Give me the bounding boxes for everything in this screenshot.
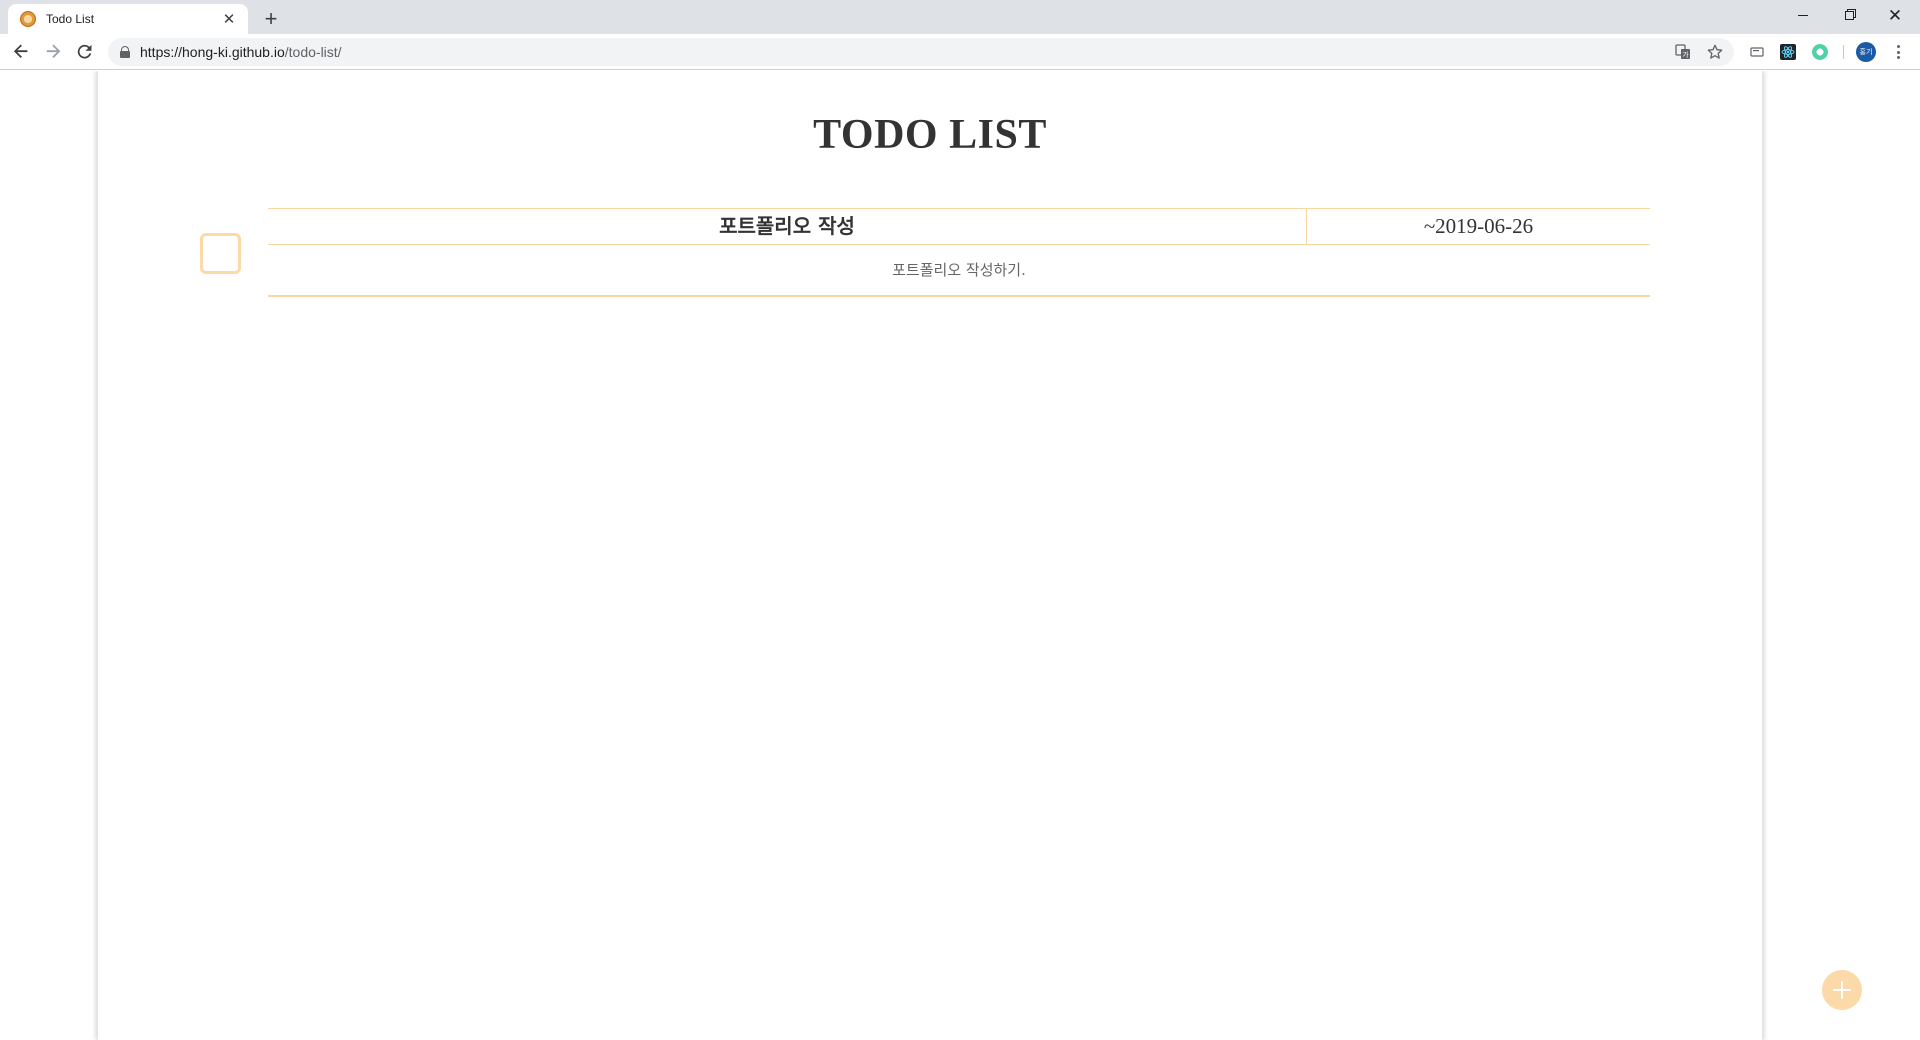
more-menu-icon[interactable] (1890, 43, 1906, 61)
url-path: /todo-list/ (284, 44, 342, 60)
lock-icon (120, 46, 130, 58)
toolbar-divider (1843, 45, 1844, 59)
minimize-icon (1798, 14, 1808, 16)
todo-sheet: TODO LIST 포트폴리오 작성 ~2019-06-26 포트폴리오 작성하… (97, 71, 1763, 1040)
url-text: https://hong-ki.github.io/todo-list/ (140, 44, 342, 60)
profile-avatar[interactable]: 홍기 (1856, 42, 1876, 62)
back-arrow-icon (13, 44, 28, 58)
forward-arrow-icon (46, 44, 61, 58)
forward-button[interactable] (41, 40, 65, 64)
translate-icon[interactable]: 가 (1674, 43, 1692, 61)
todo-description: 포트폴리오 작성하기. (892, 261, 1026, 279)
reload-icon (77, 44, 92, 59)
reload-button[interactable] (73, 40, 97, 64)
todo-due-date: ~2019-06-26 (1423, 214, 1534, 238)
favicon-icon (20, 11, 36, 27)
page-viewport: TODO LIST 포트폴리오 작성 ~2019-06-26 포트폴리오 작성하… (0, 71, 1920, 1040)
add-todo-button[interactable] (1822, 970, 1862, 1010)
maximize-button[interactable] (1826, 0, 1872, 30)
todo-item: 포트폴리오 작성 ~2019-06-26 포트폴리오 작성하기. (200, 208, 1650, 298)
browser-tabstrip: Todo List ✕ + ✕ (0, 0, 1920, 34)
tab-title: Todo List (46, 12, 95, 26)
todo-header-row: 포트폴리오 작성 ~2019-06-26 (268, 209, 1650, 245)
browser-toolbar: https://hong-ki.github.io/todo-list/ 가 홍… (0, 34, 1920, 70)
url-host: https://hong-ki.github.io (140, 44, 285, 60)
close-window-button[interactable]: ✕ (1872, 0, 1918, 30)
extension-icon[interactable] (1812, 44, 1828, 60)
browser-tab[interactable]: Todo List ✕ (8, 4, 248, 34)
todo-title: 포트폴리오 작성 (268, 209, 1307, 244)
todo-card[interactable]: 포트폴리오 작성 ~2019-06-26 포트폴리오 작성하기. (268, 208, 1650, 297)
todo-checkbox[interactable] (200, 233, 241, 274)
tab-close-icon[interactable]: ✕ (220, 10, 238, 28)
address-bar[interactable]: https://hong-ki.github.io/todo-list/ 가 (108, 38, 1734, 66)
page-title: TODO LIST (813, 112, 1047, 158)
cast-icon[interactable] (1749, 44, 1765, 60)
minimize-button[interactable] (1780, 0, 1826, 30)
restore-icon (1844, 10, 1854, 20)
react-devtools-icon[interactable] (1780, 44, 1796, 60)
new-tab-button[interactable]: + (258, 6, 284, 32)
bookmark-star-icon[interactable] (1706, 43, 1724, 61)
svg-text:가: 가 (1682, 50, 1689, 59)
back-button[interactable] (9, 40, 33, 64)
close-icon: ✕ (1887, 5, 1903, 25)
